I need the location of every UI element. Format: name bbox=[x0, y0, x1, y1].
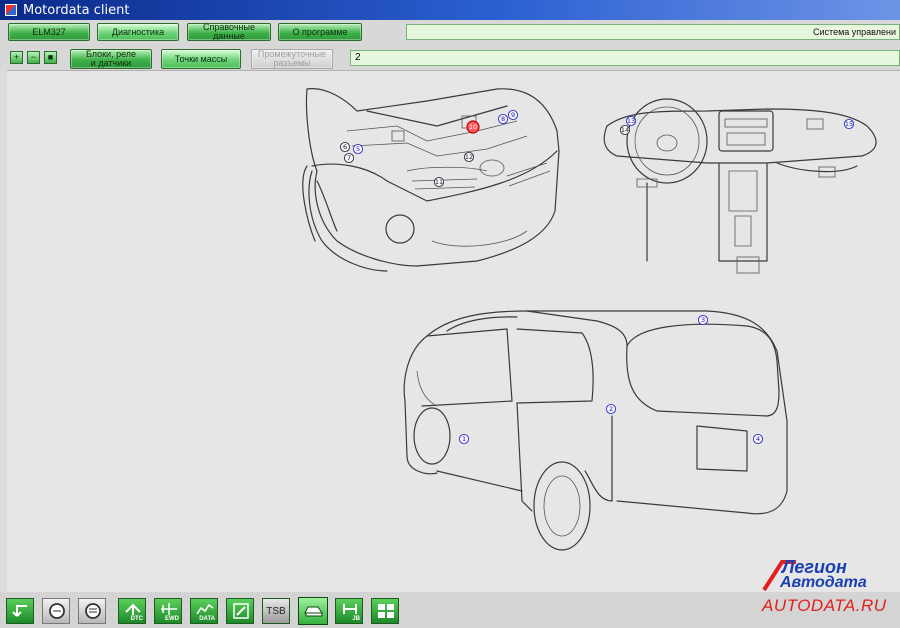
dtc-label: DTC bbox=[130, 616, 143, 622]
ground-point-marker-10[interactable]: 10 bbox=[466, 120, 480, 134]
marker-label: 2 bbox=[609, 405, 613, 413]
marker-label: 8 bbox=[501, 115, 505, 123]
search-icon bbox=[49, 603, 65, 619]
tab-connectors-line2: разъемы bbox=[273, 58, 311, 68]
wiring-diagram-icon bbox=[161, 603, 177, 615]
tab-blocks-line2: и датчики bbox=[90, 58, 132, 68]
rear-car-drawing bbox=[403, 310, 788, 551]
zoom-in-button[interactable]: + bbox=[10, 51, 23, 64]
jb-label: JB bbox=[352, 616, 360, 622]
logo-url: AUTODATA.RU bbox=[762, 596, 887, 615]
data-button[interactable]: DATA bbox=[190, 598, 218, 624]
junction-block-icon bbox=[343, 604, 357, 614]
marker-label: 7 bbox=[347, 154, 351, 162]
diagnostics-button[interactable]: Диагностика bbox=[97, 23, 179, 41]
ground-point-marker-7[interactable]: 7 bbox=[343, 152, 355, 164]
wrench-icon bbox=[233, 603, 249, 619]
data-chart-icon bbox=[196, 603, 214, 615]
dtc-icon bbox=[125, 603, 141, 615]
ground-point-marker-6[interactable]: 6 bbox=[339, 141, 351, 153]
connector-grid-icon bbox=[378, 604, 394, 618]
diagram-canvas[interactable]: 1 2 3 4 5 6 7 8 9 10 11 12 13 14 15 bbox=[7, 70, 900, 593]
ground-point-marker-3[interactable]: 3 bbox=[697, 314, 709, 326]
diagram-number-field: 2 bbox=[350, 50, 900, 66]
ground-points-tool-button[interactable] bbox=[298, 597, 328, 625]
ground-point-marker-12[interactable]: 12 bbox=[463, 151, 475, 163]
manual-icon bbox=[85, 603, 101, 619]
zoom-out-button[interactable]: − bbox=[27, 51, 40, 64]
tab-blocks-relays-sensors[interactable]: Блоки, реле и датчики bbox=[70, 49, 152, 69]
ground-points-diagram: 12345678 9101112131415 bbox=[302, 88, 877, 551]
marker-label: 13 bbox=[627, 117, 635, 125]
manual-button[interactable] bbox=[78, 598, 106, 624]
marker-label: 4 bbox=[756, 435, 760, 443]
tab-ground-points[interactable]: Точки массы bbox=[161, 49, 241, 69]
back-arrow-icon bbox=[12, 605, 27, 617]
ground-point-marker-4[interactable]: 4 bbox=[752, 433, 764, 445]
marker-label: 14 bbox=[621, 126, 629, 134]
ground-point-marker-5[interactable]: 5 bbox=[352, 143, 364, 155]
ground-point-marker-11[interactable]: 11 bbox=[433, 176, 445, 188]
dashboard-drawing bbox=[603, 98, 877, 274]
search-button[interactable] bbox=[42, 598, 70, 624]
tab-intermediate-connectors[interactable]: Промежуточные разъемы bbox=[251, 49, 333, 69]
tools-button[interactable] bbox=[226, 598, 254, 624]
elm327-button[interactable]: ELM327 bbox=[8, 23, 90, 41]
ground-point-marker-9[interactable]: 9 bbox=[507, 109, 519, 121]
data-label: DATA bbox=[199, 616, 215, 622]
ground-point-marker-14[interactable]: 14 bbox=[619, 124, 631, 136]
window-title: Motordata client bbox=[23, 2, 130, 18]
connector-layout-button[interactable] bbox=[371, 598, 399, 624]
ground-point-marker-1[interactable]: 1 bbox=[458, 433, 470, 445]
marker-label: 6 bbox=[343, 143, 347, 151]
marker-label: 3 bbox=[701, 316, 705, 324]
ground-point-marker-8[interactable]: 8 bbox=[497, 113, 509, 125]
marker-label: 15 bbox=[845, 120, 853, 128]
reference-data-button[interactable]: Справочные данные bbox=[187, 23, 271, 41]
ewd-label: EWD bbox=[165, 616, 179, 622]
marker-label: 12 bbox=[465, 153, 473, 161]
tsb-button[interactable]: TSB bbox=[262, 598, 290, 624]
marker-label: 11 bbox=[435, 178, 443, 186]
ground-point-marker-15[interactable]: 15 bbox=[843, 118, 855, 130]
ground-point-marker-13[interactable]: 13 bbox=[625, 115, 637, 127]
marker-label: 1 bbox=[462, 435, 466, 443]
junction-block-button[interactable]: JB bbox=[335, 598, 363, 624]
system-status-field: Система управлени bbox=[406, 24, 900, 40]
fit-view-button[interactable]: ■ bbox=[44, 51, 57, 64]
ewd-button[interactable]: EWD bbox=[154, 598, 182, 624]
back-button[interactable] bbox=[6, 598, 34, 624]
ground-point-marker-2[interactable]: 2 bbox=[605, 403, 617, 415]
about-button[interactable]: О программе bbox=[278, 23, 362, 41]
marker-label: 10 bbox=[469, 123, 477, 131]
title-bar: Motordata client bbox=[0, 0, 900, 20]
dtc-button[interactable]: DTC bbox=[118, 598, 146, 624]
logo-line2: Автодата bbox=[780, 574, 867, 591]
engine-bay-drawing bbox=[302, 88, 560, 272]
car-icon bbox=[304, 606, 323, 617]
app-icon bbox=[5, 4, 17, 16]
marker-label: 9 bbox=[511, 111, 515, 119]
main-menu-bar: ELM327 Диагностика Справочные данные О п… bbox=[0, 20, 900, 44]
marker-label: 5 bbox=[356, 145, 360, 153]
